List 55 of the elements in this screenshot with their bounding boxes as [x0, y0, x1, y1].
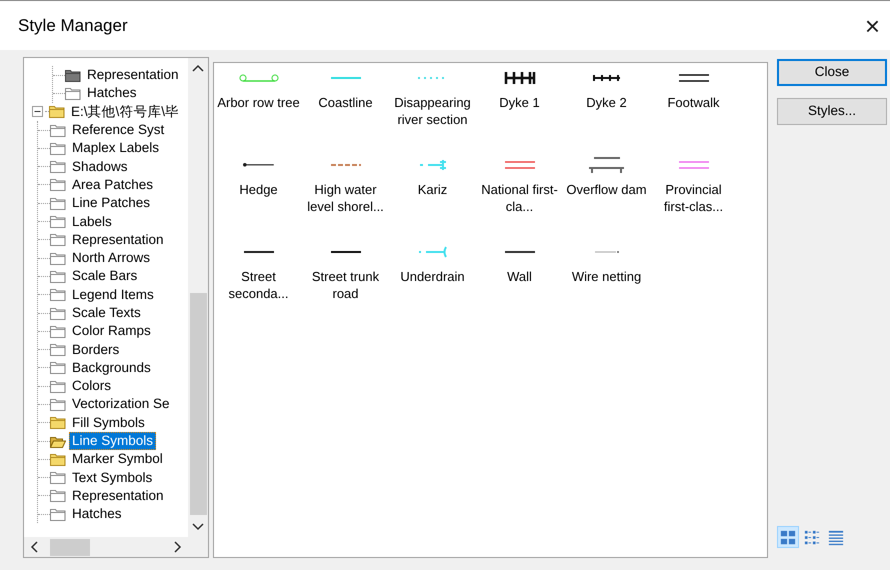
symbol-label[interactable]: Dyke 1 — [478, 95, 562, 112]
tree-item[interactable]: Scale Texts — [69, 304, 144, 322]
dialog-button[interactable]: Styles... — [777, 98, 887, 125]
tree-item[interactable]: Labels — [69, 212, 115, 231]
vertical-scrollbar[interactable] — [188, 58, 208, 537]
symbol-label[interactable]: Dyke 2 — [564, 95, 648, 112]
tree-item[interactable]: Legend Items — [69, 286, 157, 304]
tree-item[interactable]: North Arrows — [69, 249, 154, 268]
scroll-thumb[interactable] — [50, 538, 90, 556]
tree-item[interactable]: Vectorization Se — [69, 395, 173, 414]
dialog-button[interactable]: Close — [777, 59, 887, 86]
tree-item[interactable]: Color Ramps — [69, 322, 154, 340]
tree-item[interactable]: Borders — [69, 340, 122, 359]
tree-item[interactable]: Representation — [69, 230, 167, 249]
tree-item[interactable]: Reference Syst — [69, 121, 168, 140]
tree-item[interactable]: Hatches — [69, 505, 125, 524]
symbol-label[interactable]: Coastline — [304, 95, 388, 112]
large-icons-view-button[interactable] — [777, 526, 799, 548]
tree-item[interactable]: Line Symbols — [69, 432, 156, 450]
tree-item[interactable]: Line Patches — [69, 194, 154, 212]
symbol-label[interactable]: High water level shorel... — [304, 182, 388, 215]
symbol-label[interactable]: Arbor row tree — [216, 95, 300, 112]
tree-item[interactable]: E:\其他\符号库\毕 — [68, 102, 182, 121]
symbol-label[interactable]: Kariz — [390, 182, 474, 198]
symbol-label[interactable]: Hedge — [216, 182, 300, 198]
symbol-label[interactable]: Underdrain — [390, 269, 474, 286]
scroll-thumb[interactable] — [190, 293, 206, 515]
tree-item[interactable]: Backgrounds — [69, 358, 154, 377]
symbol-label[interactable]: Street trunk road — [304, 269, 388, 302]
tree-item[interactable]: Fill Symbols — [69, 414, 148, 432]
tree-item[interactable]: Representation — [84, 66, 182, 84]
scroll-right-icon[interactable] — [174, 541, 182, 553]
tree-item[interactable]: Area Patches — [69, 176, 156, 194]
tree-item[interactable]: Colors — [69, 377, 114, 396]
tree-item[interactable]: Shadows — [69, 158, 131, 176]
scroll-left-icon[interactable] — [30, 541, 38, 553]
symbol-label[interactable]: Disappearing river section — [390, 95, 474, 128]
scroll-up-icon[interactable] — [192, 64, 204, 72]
tree-item[interactable]: Hatches — [84, 84, 140, 102]
tree-item[interactable]: Marker Symbol — [69, 450, 166, 468]
symbol-label[interactable]: Street seconda... — [216, 269, 300, 302]
scroll-down-icon[interactable] — [192, 523, 204, 531]
tree-item[interactable]: Text Symbols — [69, 468, 156, 487]
tree-item[interactable]: Representation — [69, 486, 167, 505]
symbol-label[interactable]: Wall — [478, 269, 562, 286]
window-title: Style Manager — [18, 14, 128, 37]
symbol-label[interactable]: Footwalk — [652, 95, 736, 112]
horizontal-scrollbar[interactable] — [24, 537, 208, 557]
symbol-label[interactable]: National first-cla... — [478, 182, 562, 215]
symbol-label[interactable]: Wire netting — [564, 269, 648, 286]
symbol-label[interactable]: Provincial first-clas... — [652, 182, 736, 215]
tree-item[interactable]: Maplex Labels — [69, 139, 162, 158]
tree-item[interactable]: Scale Bars — [69, 267, 140, 286]
collapse-icon[interactable] — [32, 106, 43, 118]
symbol-label[interactable]: Overflow dam — [564, 182, 648, 198]
